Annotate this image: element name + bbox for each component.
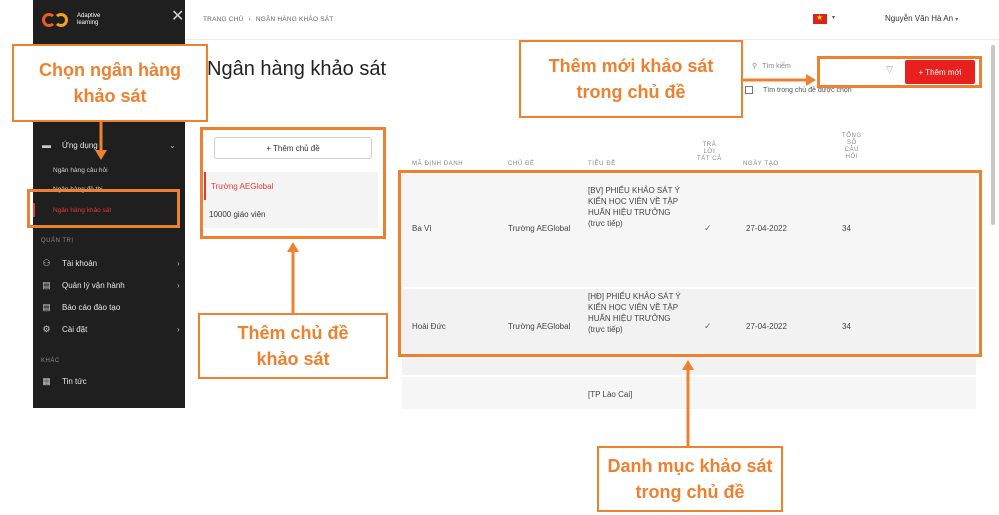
news-icon: ▦	[42, 375, 51, 386]
page-title: Ngân hàng khảo sát	[207, 58, 387, 80]
report-icon: ▤	[42, 301, 51, 312]
table-row[interactable]	[402, 377, 976, 409]
sidebar-item-operations[interactable]: ▤ Quản lý vận hành ›	[41, 279, 179, 290]
column-header-topic: CHỦ ĐỀ	[508, 161, 535, 167]
sidebar-item-apps[interactable]: ▬ Ứng dụng ⌄	[41, 140, 176, 150]
logo-text-line2: learning	[77, 20, 99, 26]
logo-text: Adaptive learning	[77, 13, 100, 27]
callout-add-topic: Thêm chủ đề khảo sát	[198, 313, 388, 379]
sidebar-item-label: Tài khoản	[62, 258, 98, 268]
top-bar: TRANG CHỦ › NGÂN HÀNG KHẢO SÁT ▾ Nguyễn Vă…	[185, 0, 999, 40]
screenshot-stage: Adaptive learning ✕ ▬ Ứng dụng ⌄ Ngân hà…	[0, 0, 999, 515]
breadcrumb-separator: ›	[248, 16, 251, 23]
sidebar-item-training-report[interactable]: ▤ Báo cáo đào tạo	[41, 302, 120, 312]
sidebar-sub-question-bank[interactable]: Ngân hàng câu hỏi	[53, 167, 108, 174]
callout-text: Chọn ngân hàng khảo sát	[39, 60, 181, 106]
logo-text-line1: Adaptive	[77, 13, 101, 19]
search-placeholder: Tìm kiếm	[762, 63, 791, 70]
breadcrumb: TRANG CHỦ › NGÂN HÀNG KHẢO SÁT	[203, 16, 333, 23]
app-logo[interactable]: Adaptive learning	[41, 10, 100, 30]
callout-choose-bank: Chọn ngân hàng khảo sát	[12, 44, 208, 122]
sidebar-item-news[interactable]: ▦ Tin tức	[41, 375, 87, 386]
sidebar-item-label: Quản lý vận hành	[62, 280, 125, 290]
logo-mark-icon	[41, 10, 73, 30]
column-header-date: NGÀY TẠO	[743, 161, 779, 167]
sidebar-item-label: Cài đặt	[62, 324, 88, 334]
section-label-other: KHÁC	[41, 358, 60, 364]
chevron-down-icon: ⌄	[169, 140, 176, 150]
vietnam-flag-icon[interactable]	[813, 13, 827, 24]
user-name: Nguyễn Văn Hà An	[885, 14, 954, 23]
section-label-admin: QUẢN TRỊ	[41, 238, 74, 244]
close-sidebar-icon[interactable]: ✕	[171, 9, 184, 25]
vertical-scrollbar[interactable]	[991, 45, 995, 225]
callout-add-new: Thêm mới khảo sát trong chủ đề	[519, 40, 743, 118]
document-icon: ▤	[42, 279, 51, 290]
language-caret-icon[interactable]: ▾	[832, 14, 835, 21]
sidebar-item-label: Báo cáo đào tạo	[62, 302, 121, 312]
users-icon: ⚇	[42, 257, 51, 268]
chevron-right-icon: ›	[177, 258, 180, 268]
column-header-all-answered: TRẢ LỜI TẤT CẢ	[697, 142, 722, 162]
column-header-title: TIÊU ĐỀ	[588, 161, 616, 167]
highlight-survey-list	[398, 170, 982, 357]
apps-icon: ▬	[42, 140, 51, 150]
search-icon: ⚲	[752, 63, 758, 70]
search-input[interactable]: ⚲ Tìm kiếm	[752, 62, 791, 70]
callout-text: Thêm chủ đề khảo sát	[237, 323, 349, 369]
gear-icon: ⚙	[42, 323, 51, 334]
sidebar-item-label: Tin tức	[62, 376, 87, 386]
row-title[interactable]: [TP Lào Cai]	[588, 389, 632, 400]
highlight-survey-bank-menu	[27, 189, 180, 228]
sidebar-item-accounts[interactable]: ⚇ Tài khoản ›	[41, 257, 179, 268]
breadcrumb-home[interactable]: TRANG CHỦ	[203, 16, 243, 23]
sidebar-item-label: Ứng dụng	[62, 140, 98, 150]
callout-text: Danh mục khảo sát trong chủ đề	[607, 456, 773, 502]
user-menu[interactable]: Nguyễn Văn Hà An ▾	[885, 14, 958, 23]
column-header-code: MÃ ĐỊNH DANH	[412, 161, 464, 167]
callout-text: Thêm mới khảo sát trong chủ đề	[548, 56, 714, 102]
column-header-question-count: TỔNG SỐ CÂU HỎI	[842, 133, 862, 160]
chevron-right-icon: ›	[177, 280, 180, 290]
sidebar-item-settings[interactable]: ⚙ Cài đặt ›	[41, 323, 179, 334]
arrowhead-add-topic	[287, 242, 299, 252]
chevron-right-icon: ›	[177, 324, 180, 334]
breadcrumb-current: NGÂN HÀNG KHẢO SÁT	[255, 16, 334, 23]
user-caret-icon: ▾	[955, 17, 959, 23]
filter-checkbox[interactable]	[745, 86, 753, 94]
highlight-add-new	[817, 56, 982, 88]
highlight-topic-panel	[200, 127, 386, 239]
arrowhead-add-new	[806, 74, 816, 86]
callout-list: Danh mục khảo sát trong chủ đề	[597, 446, 783, 512]
